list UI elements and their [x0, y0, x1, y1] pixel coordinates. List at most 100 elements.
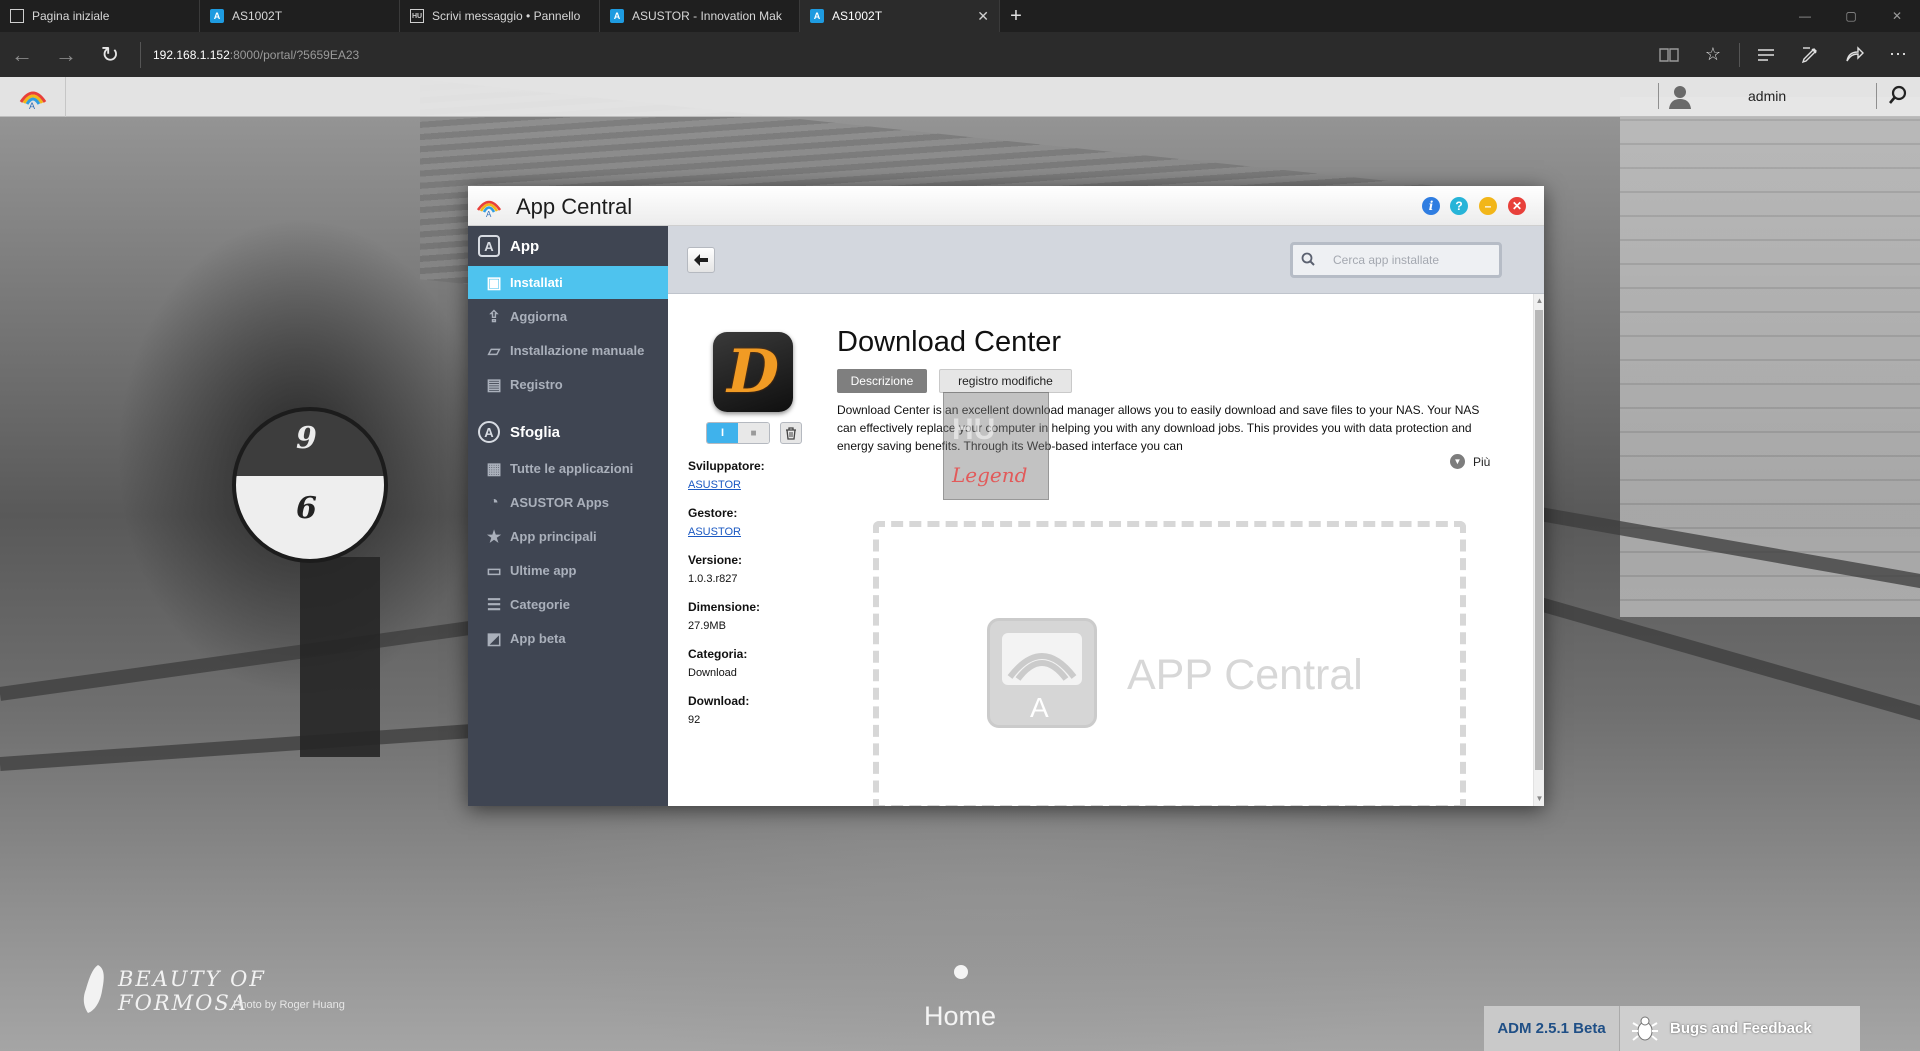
sidebar-item-app-beta[interactable]: ◩ App beta	[468, 622, 668, 655]
home-label: Home	[923, 1001, 997, 1031]
sidebar-section-sfoglia: A Sfoglia	[468, 412, 668, 452]
info-icon[interactable]: i	[1422, 197, 1440, 215]
scroll-thumb[interactable]	[1535, 310, 1543, 770]
page-icon	[10, 9, 24, 23]
svg-text:A: A	[29, 101, 35, 110]
refresh-icon[interactable]: ↻	[88, 32, 132, 77]
web-note-icon[interactable]	[1788, 32, 1832, 77]
sidebar-item-installazione-manuale[interactable]: ▱ Installazione manuale	[468, 334, 668, 367]
back-button[interactable]	[687, 247, 715, 273]
user-avatar-icon[interactable]	[1668, 84, 1692, 110]
sidebar-section-label: App	[510, 237, 540, 255]
app-detail-panel: D I ■ Sviluppatore: ASUSTOR Gestore: ASU…	[668, 294, 1544, 806]
size-value: 27.9MB	[688, 620, 726, 632]
sidebar-section-app: A App	[468, 226, 668, 266]
search-box[interactable]	[1290, 242, 1502, 278]
toggle-on[interactable]: I	[707, 423, 738, 443]
toggle-off[interactable]: ■	[738, 423, 769, 443]
browse-icon: A	[478, 421, 500, 443]
tab-description[interactable]: Descrizione	[837, 369, 927, 393]
favorite-star-icon[interactable]: ☆	[1691, 32, 1735, 77]
app-store-icon: A	[478, 235, 500, 257]
more-options-icon[interactable]: ⋯	[1876, 32, 1920, 77]
sidebar-item-categorie[interactable]: ☰ Categorie	[468, 588, 668, 621]
user-name[interactable]: admin	[1748, 88, 1786, 104]
wallpaper-signal-post	[300, 557, 380, 757]
adm-logo-button[interactable]: A	[0, 77, 66, 117]
bugs-feedback-link[interactable]: Bugs and Feedback	[1670, 1020, 1812, 1037]
adm-version-badge: ADM 2.5.1 Beta	[1484, 1006, 1620, 1051]
app-central-placeholder-text: APP Central	[1127, 651, 1363, 699]
window-title-bar[interactable]: A App Central i ? – ✕	[468, 186, 1544, 226]
category-label: Categoria:	[688, 647, 748, 661]
version-label: Versione:	[688, 553, 743, 567]
search-input[interactable]	[1333, 253, 1493, 267]
asustor-logo-icon: ◔	[489, 493, 499, 511]
tab-changelog[interactable]: registro modifiche	[939, 369, 1072, 393]
help-icon[interactable]: ?	[1450, 197, 1468, 215]
address-separator	[140, 41, 141, 68]
more-button[interactable]: ▼ Più	[1450, 454, 1490, 469]
adm-logo-icon: A	[19, 91, 46, 110]
sidebar-item-tutte-le-applicazioni[interactable]: ▦ Tutte le applicazioni	[468, 452, 668, 485]
browser-tab-as1002t[interactable]: A AS1002T	[200, 0, 400, 32]
tab-label: Pagina iniziale	[32, 9, 110, 23]
browser-tab-as1002t-active[interactable]: A AS1002T ✕	[800, 0, 1000, 32]
sidebar-item-asustor-apps[interactable]: ◔ ASUSTOR Apps	[468, 486, 668, 519]
window-minimize-icon[interactable]: —	[1782, 0, 1828, 32]
sidebar-item-app-principali[interactable]: ★ App principali	[468, 520, 668, 553]
app-central-logo-icon: A	[476, 200, 502, 218]
sidebar-item-label: Tutte le applicazioni	[510, 461, 634, 476]
wallpaper-credit: BEAUTY OF FORMOSA Photo by Roger Huang	[78, 961, 378, 1021]
scroll-up-icon[interactable]: ▲	[1534, 294, 1544, 308]
app-metadata: Sviluppatore: ASUSTOR Gestore: ASUSTOR V…	[688, 456, 818, 738]
window-controls: — ▢ ✕	[1782, 0, 1920, 32]
search-icon[interactable]	[1888, 85, 1908, 111]
app-screenshot-placeholder: A APP Central	[873, 521, 1466, 806]
developer-link[interactable]: ASUSTOR	[688, 476, 818, 503]
window-maximize-icon[interactable]: ▢	[1828, 0, 1874, 32]
new-tab-button[interactable]: +	[1000, 0, 1032, 32]
category-value: Download	[688, 667, 737, 679]
new-icon: ▭	[486, 562, 502, 580]
forward-arrow-icon[interactable]: →	[44, 32, 88, 77]
share-icon[interactable]	[1832, 32, 1876, 77]
browser-tab-home[interactable]: Pagina iniziale	[0, 0, 200, 32]
scroll-down-icon[interactable]: ▼	[1534, 792, 1544, 806]
sidebar-item-label: Installazione manuale	[510, 343, 645, 358]
sidebar-item-registro[interactable]: ▤ Registro	[468, 368, 668, 401]
browser-tab-bar: Pagina iniziale A AS1002T HU Scrivi mess…	[0, 0, 1920, 32]
close-tab-icon[interactable]: ✕	[977, 8, 989, 25]
sidebar-item-label: Ultime app	[510, 563, 577, 578]
app-enable-toggle[interactable]: I ■	[706, 422, 770, 444]
size-label: Dimensione:	[688, 600, 761, 614]
sidebar-item-label: Registro	[510, 377, 563, 392]
sidebar-item-installati[interactable]: ▣ Installati	[468, 266, 668, 299]
beta-icon: ◩	[486, 630, 502, 648]
uninstall-button[interactable]	[780, 422, 802, 444]
hub-icon[interactable]	[1744, 32, 1788, 77]
app-description: Download Center is an excellent download…	[837, 403, 1480, 453]
app-central-placeholder-icon: A	[987, 618, 1097, 728]
back-arrow-icon[interactable]: ←	[0, 32, 44, 77]
home-page-indicator[interactable]	[954, 965, 968, 979]
folder-open-icon: ▱	[487, 342, 501, 360]
tab-label: AS1002T	[232, 9, 283, 23]
sidebar-item-ultime-app[interactable]: ▭ Ultime app	[468, 554, 668, 587]
app-central-toolbar	[668, 226, 1544, 294]
wallpaper-photographer: Photo by Roger Huang	[233, 999, 345, 1011]
window-title: App Central	[516, 194, 633, 219]
more-label: Più	[1473, 454, 1491, 469]
browser-tab-forum[interactable]: HU Scrivi messaggio • Pannello	[400, 0, 600, 32]
url-field[interactable]: 192.168.1.152:8000/portal/?5659EA23	[153, 48, 359, 62]
browser-tab-asustor[interactable]: A ASUSTOR - Innovation Mak	[600, 0, 800, 32]
maintainer-link[interactable]: ASUSTOR	[688, 523, 818, 550]
window-close-icon[interactable]: ✕	[1874, 0, 1920, 32]
reading-view-icon[interactable]	[1647, 32, 1691, 77]
minimize-icon[interactable]: –	[1479, 197, 1497, 215]
content-scrollbar[interactable]: ▲ ▼	[1533, 294, 1544, 806]
close-icon[interactable]: ✕	[1508, 197, 1526, 215]
sidebar-item-aggiorna[interactable]: ⇪ Aggiorna	[468, 300, 668, 333]
watermark-logo: HU	[952, 413, 996, 446]
wallpaper-signal-disc: 96	[232, 407, 388, 563]
